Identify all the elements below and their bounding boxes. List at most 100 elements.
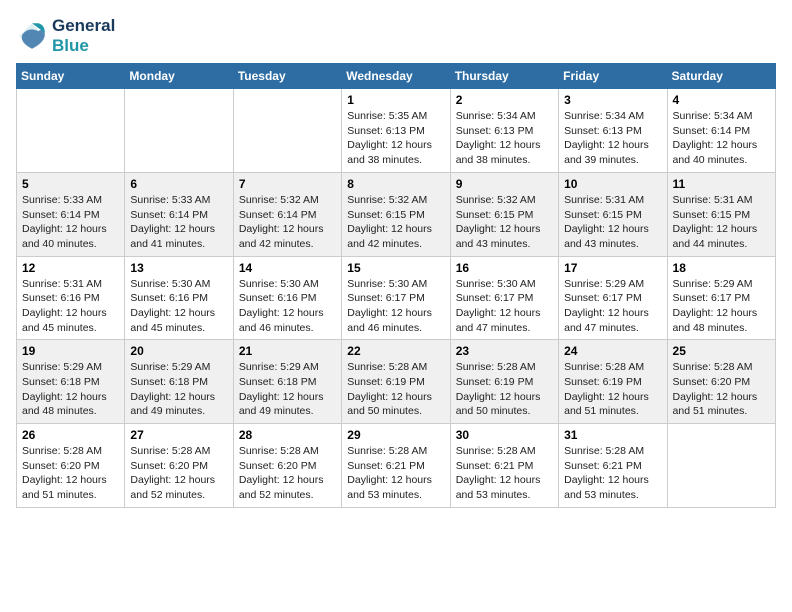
- calendar-cell: 23Sunrise: 5:28 AMSunset: 6:19 PMDayligh…: [450, 340, 558, 424]
- day-number: 1: [347, 93, 444, 107]
- day-header-thursday: Thursday: [450, 64, 558, 89]
- day-header-monday: Monday: [125, 64, 233, 89]
- calendar-week-row: 1Sunrise: 5:35 AMSunset: 6:13 PMDaylight…: [17, 89, 776, 173]
- day-info: Sunrise: 5:30 AMSunset: 6:17 PMDaylight:…: [347, 277, 444, 336]
- calendar-cell: 19 Sunrise: 5:29 AMSunset: 6:18 PMDayligh…: [17, 340, 125, 424]
- day-number: 6: [130, 177, 227, 191]
- day-number: 9: [456, 177, 553, 191]
- day-number: 30: [456, 428, 553, 442]
- calendar-cell: 31Sunrise: 5:28 AMSunset: 6:21 PMDayligh…: [559, 424, 667, 508]
- day-number: 14: [239, 261, 336, 275]
- calendar-cell: 20 Sunrise: 5:29 AMSunset: 6:18 PMDayligh…: [125, 340, 233, 424]
- day-info: Sunrise: 5:29 AMSunset: 6:18 PMDaylight:…: [22, 360, 119, 419]
- calendar-cell: 24 Sunrise: 5:28 AMSunset: 6:19 PMDayligh…: [559, 340, 667, 424]
- day-info: Sunrise: 5:34 AMSunset: 6:13 PMDaylight:…: [564, 109, 661, 168]
- calendar-cell: 25 Sunrise: 5:28 AMSunset: 6:20 PMDayligh…: [667, 340, 775, 424]
- day-info: Sunrise: 5:31 AMSunset: 6:16 PMDaylight:…: [22, 277, 119, 336]
- calendar-cell: 8 Sunrise: 5:32 AMSunset: 6:15 PMDaylight…: [342, 172, 450, 256]
- day-info: Sunrise: 5:28 AMSunset: 6:20 PMDaylight:…: [673, 360, 770, 419]
- day-number: 22: [347, 344, 444, 358]
- day-number: 18: [673, 261, 770, 275]
- calendar-cell: 1Sunrise: 5:35 AMSunset: 6:13 PMDaylight…: [342, 89, 450, 173]
- calendar-cell: 22 Sunrise: 5:28 AMSunset: 6:19 PMDayligh…: [342, 340, 450, 424]
- calendar-cell: 30 Sunrise: 5:28 AMSunset: 6:21 PMDayligh…: [450, 424, 558, 508]
- day-info: Sunrise: 5:31 AMSunset: 6:15 PMDaylight:…: [673, 193, 770, 252]
- day-header-friday: Friday: [559, 64, 667, 89]
- calendar-week-row: 5 Sunrise: 5:33 AMSunset: 6:14 PMDaylight…: [17, 172, 776, 256]
- calendar-week-row: 19 Sunrise: 5:29 AMSunset: 6:18 PMDayligh…: [17, 340, 776, 424]
- page-header: General Blue: [16, 16, 776, 55]
- calendar-cell: 9 Sunrise: 5:32 AMSunset: 6:15 PMDaylight…: [450, 172, 558, 256]
- day-info: Sunrise: 5:29 AMSunset: 6:17 PMDaylight:…: [673, 277, 770, 336]
- day-info: Sunrise: 5:30 AMSunset: 6:16 PMDaylight:…: [239, 277, 336, 336]
- day-info: Sunrise: 5:28 AMSunset: 6:20 PMDaylight:…: [22, 444, 119, 503]
- day-number: 25: [673, 344, 770, 358]
- day-number: 26: [22, 428, 119, 442]
- day-info: Sunrise: 5:32 AMSunset: 6:15 PMDaylight:…: [347, 193, 444, 252]
- day-info: Sunrise: 5:28 AMSunset: 6:21 PMDaylight:…: [456, 444, 553, 503]
- day-number: 13: [130, 261, 227, 275]
- calendar-cell: 7 Sunrise: 5:32 AMSunset: 6:14 PMDaylight…: [233, 172, 341, 256]
- logo-text: General Blue: [52, 16, 115, 55]
- calendar-cell: 12Sunrise: 5:31 AMSunset: 6:16 PMDayligh…: [17, 256, 125, 340]
- day-info: Sunrise: 5:28 AMSunset: 6:19 PMDaylight:…: [564, 360, 661, 419]
- day-number: 21: [239, 344, 336, 358]
- calendar: SundayMondayTuesdayWednesdayThursdayFrid…: [16, 63, 776, 508]
- calendar-cell: 6 Sunrise: 5:33 AMSunset: 6:14 PMDaylight…: [125, 172, 233, 256]
- day-number: 24: [564, 344, 661, 358]
- day-info: Sunrise: 5:28 AMSunset: 6:20 PMDaylight:…: [239, 444, 336, 503]
- calendar-cell: 14 Sunrise: 5:30 AMSunset: 6:16 PMDayligh…: [233, 256, 341, 340]
- day-info: Sunrise: 5:34 AMSunset: 6:14 PMDaylight:…: [673, 109, 770, 168]
- calendar-cell: [667, 424, 775, 508]
- calendar-week-row: 12Sunrise: 5:31 AMSunset: 6:16 PMDayligh…: [17, 256, 776, 340]
- day-number: 16: [456, 261, 553, 275]
- calendar-week-row: 26 Sunrise: 5:28 AMSunset: 6:20 PMDayligh…: [17, 424, 776, 508]
- day-number: 7: [239, 177, 336, 191]
- calendar-cell: 26 Sunrise: 5:28 AMSunset: 6:20 PMDayligh…: [17, 424, 125, 508]
- day-number: 31: [564, 428, 661, 442]
- calendar-cell: 13 Sunrise: 5:30 AMSunset: 6:16 PMDayligh…: [125, 256, 233, 340]
- day-number: 5: [22, 177, 119, 191]
- day-info: Sunrise: 5:28 AMSunset: 6:19 PMDaylight:…: [456, 360, 553, 419]
- calendar-cell: 21 Sunrise: 5:29 AMSunset: 6:18 PMDayligh…: [233, 340, 341, 424]
- calendar-cell: 27 Sunrise: 5:28 AMSunset: 6:20 PMDayligh…: [125, 424, 233, 508]
- day-header-sunday: Sunday: [17, 64, 125, 89]
- day-header-wednesday: Wednesday: [342, 64, 450, 89]
- day-number: 27: [130, 428, 227, 442]
- calendar-cell: 16Sunrise: 5:30 AMSunset: 6:17 PMDayligh…: [450, 256, 558, 340]
- calendar-cell: 5 Sunrise: 5:33 AMSunset: 6:14 PMDaylight…: [17, 172, 125, 256]
- day-info: Sunrise: 5:28 AMSunset: 6:19 PMDaylight:…: [347, 360, 444, 419]
- day-header-tuesday: Tuesday: [233, 64, 341, 89]
- calendar-header-row: SundayMondayTuesdayWednesdayThursdayFrid…: [17, 64, 776, 89]
- day-info: Sunrise: 5:28 AMSunset: 6:21 PMDaylight:…: [347, 444, 444, 503]
- calendar-cell: [17, 89, 125, 173]
- day-number: 29: [347, 428, 444, 442]
- day-number: 11: [673, 177, 770, 191]
- day-number: 8: [347, 177, 444, 191]
- day-number: 4: [673, 93, 770, 107]
- day-number: 19: [22, 344, 119, 358]
- calendar-cell: 29 Sunrise: 5:28 AMSunset: 6:21 PMDayligh…: [342, 424, 450, 508]
- logo-icon: [16, 20, 48, 52]
- day-info: Sunrise: 5:29 AMSunset: 6:18 PMDaylight:…: [130, 360, 227, 419]
- day-info: Sunrise: 5:33 AMSunset: 6:14 PMDaylight:…: [130, 193, 227, 252]
- day-header-saturday: Saturday: [667, 64, 775, 89]
- day-info: Sunrise: 5:32 AMSunset: 6:15 PMDaylight:…: [456, 193, 553, 252]
- day-info: Sunrise: 5:30 AMSunset: 6:16 PMDaylight:…: [130, 277, 227, 336]
- day-number: 3: [564, 93, 661, 107]
- day-info: Sunrise: 5:29 AMSunset: 6:18 PMDaylight:…: [239, 360, 336, 419]
- calendar-cell: 18 Sunrise: 5:29 AMSunset: 6:17 PMDayligh…: [667, 256, 775, 340]
- day-info: Sunrise: 5:28 AMSunset: 6:20 PMDaylight:…: [130, 444, 227, 503]
- day-info: Sunrise: 5:32 AMSunset: 6:14 PMDaylight:…: [239, 193, 336, 252]
- calendar-cell: 11 Sunrise: 5:31 AMSunset: 6:15 PMDayligh…: [667, 172, 775, 256]
- calendar-cell: 2 Sunrise: 5:34 AMSunset: 6:13 PMDaylight…: [450, 89, 558, 173]
- logo: General Blue: [16, 16, 115, 55]
- day-info: Sunrise: 5:33 AMSunset: 6:14 PMDaylight:…: [22, 193, 119, 252]
- calendar-cell: 3 Sunrise: 5:34 AMSunset: 6:13 PMDaylight…: [559, 89, 667, 173]
- day-info: Sunrise: 5:34 AMSunset: 6:13 PMDaylight:…: [456, 109, 553, 168]
- calendar-cell: 28 Sunrise: 5:28 AMSunset: 6:20 PMDayligh…: [233, 424, 341, 508]
- day-number: 2: [456, 93, 553, 107]
- calendar-cell: 10Sunrise: 5:31 AMSunset: 6:15 PMDayligh…: [559, 172, 667, 256]
- day-number: 28: [239, 428, 336, 442]
- day-number: 20: [130, 344, 227, 358]
